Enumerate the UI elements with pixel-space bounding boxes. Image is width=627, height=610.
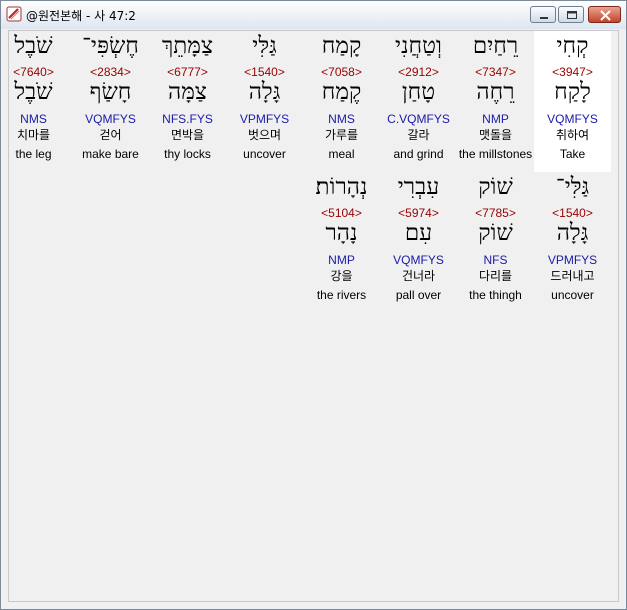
- strong-number: <7058>: [321, 65, 362, 79]
- word-cell[interactable]: וְטַחֲנִי <2912> טָחַן C.VQMFYS 갈라 and grind: [380, 31, 457, 172]
- strong-number: <7347>: [475, 65, 516, 79]
- hebrew-lemma: גָּלָה: [556, 220, 589, 246]
- korean-gloss: 치마를: [16, 128, 51, 142]
- word-cell[interactable]: גַּלִּי <1540> גָּלָה VPMFYS 벗으며 uncover: [226, 31, 303, 172]
- hebrew-lemma: חָשַׂף: [89, 79, 132, 105]
- korean-gloss: 면박을: [170, 128, 205, 142]
- word-cell[interactable]: חֶשְׂפִּי־ <2834> חָשַׂף VQMFYS 걷어 make bare: [72, 31, 149, 172]
- korean-gloss: 갈라: [407, 128, 430, 142]
- maximize-icon: [567, 11, 577, 19]
- strong-number: <7640>: [13, 65, 54, 79]
- hebrew-lemma: עִם: [404, 220, 433, 246]
- hebrew-lemma: גָּלָה: [248, 79, 281, 105]
- hebrew-lemma: שֹׁבֶל: [14, 79, 53, 105]
- hebrew-lemma: שׁוֹק: [478, 220, 513, 246]
- strong-number: <2834>: [90, 65, 131, 79]
- hebrew-lemma: קֶמַח: [321, 79, 362, 105]
- strong-number: <1540>: [552, 206, 593, 220]
- strong-number: <5974>: [398, 206, 439, 220]
- interlinear-panel: קְחִי <3947> לָקַח VQMFYS 취하여 Take רֵחַיִם <734…: [8, 30, 619, 602]
- word-cell[interactable]: צַמָּתֵךְ <6777> צַמָּה NFS.FYS 면박을 thy locks: [149, 31, 226, 172]
- english-gloss: the thingh: [469, 288, 522, 302]
- strong-number: <7785>: [475, 206, 516, 220]
- close-button[interactable]: [588, 6, 621, 23]
- korean-gloss: 맷돌을: [478, 128, 513, 142]
- hebrew-word: שֹׁבֶל: [14, 33, 53, 59]
- korean-gloss: 강을: [330, 269, 353, 283]
- word-cell[interactable]: נְהָרוֹת׃ <5104> נָהָר NMP 강을 the rivers: [303, 172, 380, 313]
- maximize-button[interactable]: [558, 6, 584, 23]
- korean-gloss: 가루를: [324, 128, 359, 142]
- strong-number: <3947>: [552, 65, 593, 79]
- word-cell[interactable]: קְחִי <3947> לָקַח VQMFYS 취하여 Take: [534, 31, 611, 172]
- minimize-button[interactable]: [530, 6, 556, 23]
- morphology-code: C.VQMFYS: [387, 112, 450, 126]
- english-gloss: the millstones: [458, 147, 533, 161]
- hebrew-word: וְטַחֲנִי: [395, 33, 442, 59]
- word-cell[interactable]: קָמַח <7058> קֶמַח NMS 가루를 meal: [303, 31, 380, 172]
- korean-gloss: 취하여: [555, 128, 590, 142]
- morphology-code: NFS.FYS: [162, 112, 213, 126]
- english-gloss: thy locks: [164, 147, 211, 161]
- window-title: @원전본해 - 사 47:2: [26, 9, 136, 23]
- english-gloss: the rivers: [316, 288, 367, 302]
- korean-gloss: 다리를: [478, 269, 513, 283]
- english-gloss: uncover: [243, 147, 286, 161]
- hebrew-lemma: צַמָּה: [168, 79, 207, 105]
- english-gloss: the leg: [15, 147, 52, 161]
- morphology-code: VQMFYS: [547, 112, 598, 126]
- hebrew-lemma: לָקַח: [554, 79, 591, 105]
- morphology-code: VPMFYS: [547, 253, 598, 267]
- morphology-code: VPMFYS: [239, 112, 290, 126]
- morphology-code: NFS: [483, 253, 508, 267]
- strong-number: <2912>: [398, 65, 439, 79]
- hebrew-word: קְחִי: [556, 33, 589, 59]
- strong-number: <1540>: [244, 65, 285, 79]
- korean-gloss: 드러내고: [550, 269, 595, 283]
- morphology-code: NMP: [328, 253, 355, 267]
- hebrew-word: גַּלִּי: [252, 33, 277, 59]
- word-cell[interactable]: שֹׁבֶל <7640> שֹׁבֶל NMS 치마를 the leg: [0, 31, 72, 172]
- word-cell[interactable]: שׁוֹק <7785> שׁוֹק NFS 다리를 the thingh: [457, 172, 534, 313]
- hebrew-word: שׁוֹק: [478, 174, 513, 200]
- hebrew-word: רֵחַיִם: [472, 33, 519, 59]
- hebrew-lemma: טָחַן: [401, 79, 436, 105]
- english-gloss: make bare: [82, 147, 139, 161]
- hebrew-word: חֶשְׂפִּי־: [82, 33, 139, 59]
- hebrew-word: צַמָּתֵךְ: [161, 33, 213, 59]
- korean-gloss: 걷어: [99, 128, 122, 142]
- strong-number: <5104>: [321, 206, 362, 220]
- morphology-code: VQMFYS: [85, 112, 136, 126]
- hebrew-lemma: נָהָר: [325, 220, 358, 246]
- korean-gloss: 벗으며: [247, 128, 282, 142]
- korean-gloss: 건너라: [401, 269, 436, 283]
- hebrew-word: נְהָרוֹת׃: [315, 174, 368, 200]
- hebrew-lemma: רֵחֶה: [476, 79, 515, 105]
- morphology-code: VQMFYS: [393, 253, 444, 267]
- minimize-icon: [540, 17, 548, 19]
- close-icon: [600, 10, 611, 21]
- morphology-code: NMP: [482, 112, 509, 126]
- hebrew-word: גַּלִּי־: [555, 174, 590, 200]
- english-gloss: uncover: [551, 288, 594, 302]
- hebrew-word: עִבְרִי: [397, 174, 440, 200]
- hebrew-word: קָמַח: [321, 33, 362, 59]
- strong-number: <6777>: [167, 65, 208, 79]
- title-bar[interactable]: @원전본해 - 사 47:2: [1, 1, 626, 29]
- english-gloss: Take: [559, 147, 586, 161]
- morphology-code: NMS: [328, 112, 355, 126]
- word-cell[interactable]: גַּלִּי־ <1540> גָּלָה VPMFYS 드러내고 uncover: [534, 172, 611, 313]
- english-gloss: pall over: [395, 288, 442, 302]
- english-gloss: and grind: [393, 147, 444, 161]
- morphology-code: NMS: [20, 112, 47, 126]
- english-gloss: meal: [328, 147, 355, 161]
- word-cell[interactable]: רֵחַיִם <7347> רֵחֶה NMP 맷돌을 the millstones: [457, 31, 534, 172]
- app-icon: [6, 6, 22, 22]
- app-window: @원전본해 - 사 47:2 קְחִי <3947> לָקַח VQMFYS 취하여…: [0, 0, 627, 610]
- word-cell[interactable]: עִבְרִי <5974> עִם VQMFYS 건너라 pall over: [380, 172, 457, 313]
